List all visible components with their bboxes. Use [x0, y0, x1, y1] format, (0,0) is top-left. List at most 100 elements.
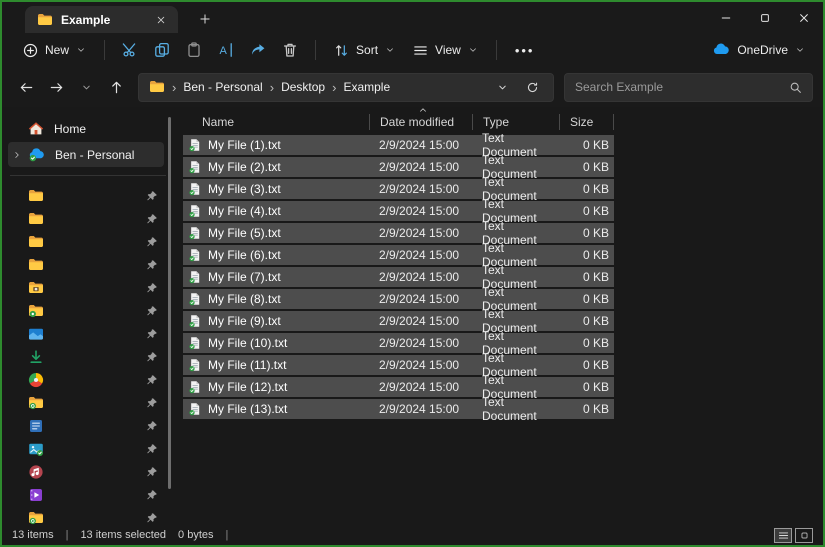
sidebar-pinned-item[interactable] — [2, 391, 164, 414]
address-dropdown-button[interactable] — [489, 75, 515, 99]
file-size: 0 KB — [559, 380, 609, 394]
address-row: › Ben - Personal › Desktop › Example — [2, 67, 823, 107]
pin-icon — [146, 397, 158, 409]
file-row[interactable]: My File (11).txt 2/9/2024 15:00 Text Doc… — [183, 355, 614, 375]
toolbar-button-rename[interactable] — [210, 36, 242, 64]
file-row[interactable]: My File (9).txt 2/9/2024 15:00 Text Docu… — [183, 311, 614, 331]
close-icon — [798, 12, 810, 24]
file-row[interactable]: My File (8).txt 2/9/2024 15:00 Text Docu… — [183, 289, 614, 309]
breadcrumb-item[interactable]: Ben - Personal — [183, 80, 262, 94]
sidebar-pinned-item[interactable] — [2, 483, 164, 506]
sidebar-item-label: Ben - Personal — [55, 148, 134, 162]
file-size: 0 KB — [559, 226, 609, 240]
toolbar-button-paste[interactable] — [178, 36, 210, 64]
sidebar-pinned-item[interactable] — [2, 368, 164, 391]
file-size: 0 KB — [559, 336, 609, 350]
folder-icon — [149, 79, 165, 95]
file-row[interactable]: My File (10).txt 2/9/2024 15:00 Text Doc… — [183, 333, 614, 353]
file-date-modified: 2/9/2024 15:00 — [369, 358, 472, 372]
tab-close-button[interactable] — [152, 11, 170, 29]
close-button[interactable] — [784, 2, 823, 33]
file-row[interactable]: My File (12).txt 2/9/2024 15:00 Text Doc… — [183, 377, 614, 397]
forward-button[interactable] — [42, 73, 70, 101]
toolbar-button-delete[interactable] — [274, 36, 306, 64]
column-header-size[interactable]: Size — [559, 114, 614, 130]
file-name: My File (3).txt — [208, 182, 281, 196]
text-file-synced-icon — [188, 226, 202, 240]
file-row[interactable]: My File (3).txt 2/9/2024 15:00 Text Docu… — [183, 179, 614, 199]
sidebar-pinned-item[interactable] — [2, 322, 164, 345]
sidebar-pinned-item[interactable] — [2, 230, 164, 253]
file-row[interactable]: My File (2).txt 2/9/2024 15:00 Text Docu… — [183, 157, 614, 177]
recent-locations-button[interactable] — [72, 73, 100, 101]
new-button[interactable]: New — [14, 36, 95, 64]
sidebar-pinned-item[interactable] — [2, 437, 164, 460]
back-button[interactable] — [12, 73, 40, 101]
folder-icon — [28, 188, 44, 204]
sidebar-pinned-item[interactable] — [2, 506, 164, 529]
text-file-synced-icon — [188, 292, 202, 306]
file-row[interactable]: My File (1).txt 2/9/2024 15:00 Text Docu… — [183, 135, 614, 155]
copy-icon — [154, 42, 170, 58]
sidebar-pinned-item[interactable] — [2, 253, 164, 276]
breadcrumb-item[interactable]: Example — [343, 80, 390, 94]
text-file-synced-icon — [188, 402, 202, 416]
sidebar-pinned-item[interactable] — [2, 460, 164, 483]
file-row[interactable]: My File (7).txt 2/9/2024 15:00 Text Docu… — [183, 267, 614, 287]
file-size: 0 KB — [559, 402, 609, 416]
share-icon — [250, 42, 266, 58]
sidebar-scrollbar[interactable] — [168, 117, 171, 489]
sidebar-divider — [10, 175, 166, 176]
file-name: My File (4).txt — [208, 204, 281, 218]
thumbnails-view-button[interactable] — [795, 528, 813, 543]
onedrive-status-button[interactable]: OneDrive — [706, 41, 811, 59]
sidebar-item-onedrive-account[interactable]: Ben - Personal — [8, 142, 164, 167]
new-tab-button[interactable] — [192, 6, 218, 32]
onedrive-cloud-icon — [712, 41, 730, 59]
file-name: My File (9).txt — [208, 314, 281, 328]
pin-icon — [146, 420, 158, 432]
view-button[interactable]: View — [404, 36, 487, 64]
search-box[interactable] — [564, 73, 813, 102]
sort-button[interactable]: Sort — [325, 36, 404, 64]
text-file-synced-icon — [188, 138, 202, 152]
sidebar-pinned-item[interactable] — [2, 414, 164, 437]
sidebar-pinned-item[interactable] — [2, 345, 164, 368]
more-options-button[interactable]: ••• — [506, 36, 544, 64]
minimize-button[interactable] — [706, 2, 745, 33]
sidebar-pinned-item[interactable] — [2, 184, 164, 207]
sidebar-pinned-item[interactable] — [2, 207, 164, 230]
file-row[interactable]: My File (4).txt 2/9/2024 15:00 Text Docu… — [183, 201, 614, 221]
folder-icon — [28, 257, 44, 273]
folder-icon — [28, 211, 44, 227]
cut-icon — [122, 42, 138, 58]
sidebar-pinned-item[interactable] — [2, 299, 164, 322]
toolbar-button-cut[interactable] — [114, 36, 146, 64]
file-row[interactable]: My File (13).txt 2/9/2024 15:00 Text Doc… — [183, 399, 614, 419]
refresh-button[interactable] — [519, 75, 545, 99]
details-view-button[interactable] — [774, 528, 792, 543]
breadcrumb-item[interactable]: Desktop — [281, 80, 325, 94]
pin-icon — [146, 213, 158, 225]
maximize-button[interactable] — [745, 2, 784, 33]
column-header-date-modified[interactable]: Date modified — [369, 114, 472, 130]
sidebar-pinned-item[interactable] — [2, 276, 164, 299]
column-header-name[interactable]: Name — [183, 114, 369, 130]
file-row[interactable]: My File (5).txt 2/9/2024 15:00 Text Docu… — [183, 223, 614, 243]
search-input[interactable] — [575, 80, 789, 94]
file-date-modified: 2/9/2024 15:00 — [369, 270, 472, 284]
file-date-modified: 2/9/2024 15:00 — [369, 402, 472, 416]
up-button[interactable] — [102, 73, 130, 101]
toolbar-button-copy[interactable] — [146, 36, 178, 64]
pin-icon — [146, 374, 158, 386]
file-name: My File (12).txt — [208, 380, 287, 394]
view-toggles — [774, 528, 813, 543]
column-header-type[interactable]: Type — [472, 114, 559, 130]
toolbar-button-share[interactable] — [242, 36, 274, 64]
toolbar-separator — [315, 40, 316, 60]
tab-example[interactable]: Example — [25, 6, 178, 33]
file-row[interactable]: My File (6).txt 2/9/2024 15:00 Text Docu… — [183, 245, 614, 265]
sidebar-item-home[interactable]: Home — [8, 116, 164, 141]
breadcrumb[interactable]: › Ben - Personal › Desktop › Example — [138, 73, 554, 102]
expand-chevron-icon[interactable] — [12, 150, 22, 160]
